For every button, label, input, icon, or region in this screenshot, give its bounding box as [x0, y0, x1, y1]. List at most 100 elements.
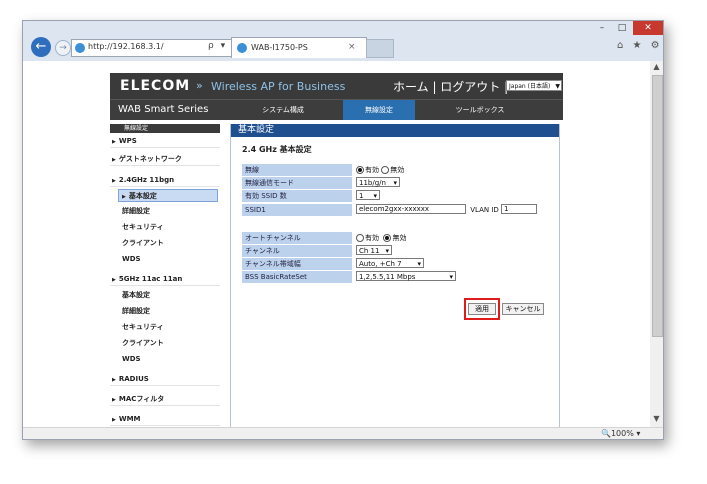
triangle-right-icon: ▶: [112, 178, 116, 184]
wireless-label: 無線: [242, 164, 352, 176]
sidebar-item-wmm[interactable]: ▶ WMM: [110, 413, 220, 426]
triangle-right-icon: ▶: [112, 157, 116, 163]
basic-rate-select[interactable]: 1,2,5.5,11 Mbps ▾: [356, 271, 456, 281]
series-label: WAB Smart Series: [118, 104, 209, 115]
header-separator: »: [196, 79, 203, 92]
browser-window: – □ ✕ ← → http://192.168.3.1/ ρ ▾ ¢ WAB-…: [22, 20, 664, 440]
row-bandwidth: チャンネル帯域幅 Auto, +Ch 7 ▾: [242, 258, 552, 271]
basic-rate-label: BSS BasicRateSet: [242, 271, 352, 283]
language-select[interactable]: Japan (日本語) ▼: [506, 80, 562, 91]
row-basic-rate: BSS BasicRateSet 1,2,5.5,11 Mbps ▾: [242, 271, 552, 284]
address-text: http://192.168.3.1/: [88, 42, 164, 51]
sidebar-item-24-advanced[interactable]: 詳細設定: [110, 205, 220, 218]
sidebar-item-24-basic[interactable]: ▶ 基本設定: [118, 189, 218, 202]
bandwidth-label: チャンネル帯域幅: [242, 258, 352, 270]
chevron-down-icon: ▾: [393, 179, 397, 187]
chevron-down-icon: ▾: [449, 273, 453, 281]
sidebar-item-radius[interactable]: ▶ RADIUS: [110, 373, 220, 386]
main-panel: 基本設定 2.4 GHz 基本設定 無線 有効 無効 無線通信モード 11b/g…: [230, 124, 560, 428]
ssid-count-label: 有効 SSID 数: [242, 190, 352, 202]
sidebar-item-24-wds[interactable]: WDS: [110, 253, 220, 266]
sidebar-item-5-security[interactable]: セキュリティ: [110, 321, 220, 334]
chevron-down-icon: ▼: [555, 83, 560, 90]
row-ssid-count: 有効 SSID 数 1 ▾: [242, 190, 552, 203]
sidebar: 無線設定 ▶ WPS ▶ ゲストネットワーク ▶ 2.4GHz 11bgn ▶ 基本設定…: [110, 124, 220, 427]
ssid1-input[interactable]: elecom2gxx-xxxxxx: [356, 204, 466, 214]
browser-tab[interactable]: WAB-I1750-PS ×: [231, 37, 367, 58]
wireless-on-radio[interactable]: [356, 166, 364, 174]
chevron-down-icon: ▾: [385, 247, 389, 255]
scroll-up-icon[interactable]: ▲: [650, 61, 663, 73]
sidebar-item-5-wds[interactable]: WDS: [110, 353, 220, 366]
header-links[interactable]: ホーム | ログアウト |: [393, 78, 508, 95]
sidebar-item-5-basic[interactable]: 基本設定: [110, 289, 220, 302]
auto-channel-label: オートチャンネル: [242, 232, 352, 244]
sidebar-item-wps[interactable]: ▶ WPS: [110, 135, 220, 148]
product-name: Wireless AP for Business: [211, 80, 346, 93]
row-mode: 無線通信モード 11b/g/n ▾: [242, 177, 552, 190]
sidebar-item-24-client[interactable]: クライアント: [110, 237, 220, 250]
row-channel: チャンネル Ch 11 ▾: [242, 245, 552, 258]
channel-select[interactable]: Ch 11 ▾: [356, 245, 392, 255]
minimize-button[interactable]: –: [593, 21, 611, 35]
cancel-button[interactable]: キャンセル: [502, 303, 544, 315]
channel-label: チャンネル: [242, 245, 352, 257]
bandwidth-select[interactable]: Auto, +Ch 7 ▾: [356, 258, 424, 268]
maximize-button[interactable]: □: [613, 21, 631, 35]
mode-select[interactable]: 11b/g/n ▾: [356, 177, 400, 187]
browser-titlebar: – □ ✕ ← → http://192.168.3.1/ ρ ▾ ¢ WAB-…: [23, 21, 663, 61]
zoom-level[interactable]: 🔍100% ▾: [601, 429, 640, 438]
triangle-right-icon: ▶: [112, 417, 116, 423]
address-bar[interactable]: http://192.168.3.1/ ρ ▾ ¢: [71, 39, 251, 57]
triangle-right-icon: ▶: [112, 377, 116, 383]
scroll-down-icon[interactable]: ▼: [650, 413, 663, 425]
triangle-right-icon: ▶: [112, 139, 116, 145]
auto-channel-off-radio[interactable]: [383, 234, 392, 242]
ssid1-label: SSID1: [242, 204, 352, 216]
tab-close-icon[interactable]: ×: [348, 42, 356, 52]
apply-button[interactable]: 適用: [468, 303, 496, 315]
section-title: 2.4 GHz 基本設定: [242, 145, 312, 154]
page-title: 基本設定: [231, 124, 559, 137]
back-arrow-icon[interactable]: ←: [31, 37, 51, 57]
mode-label: 無線通信モード: [242, 177, 352, 189]
home-star-gear-icons[interactable]: ⌂ ★ ⚙: [617, 40, 663, 51]
chevron-down-icon: ▾: [417, 260, 421, 268]
ie-icon: [75, 43, 85, 53]
vertical-scrollbar[interactable]: ▲ ▼: [650, 61, 663, 427]
sidebar-item-5-advanced[interactable]: 詳細設定: [110, 305, 220, 318]
sidebar-item-5ghz[interactable]: ▶ 5GHz 11ac 11an: [110, 273, 220, 286]
row-ssid1: SSID1 elecom2gxx-xxxxxx VLAN ID 1: [242, 204, 552, 217]
nav-tools[interactable]: ツールボックス: [440, 100, 520, 120]
sidebar-item-5-client[interactable]: クライアント: [110, 337, 220, 350]
row-wireless: 無線 有効 無効: [242, 164, 552, 177]
sidebar-item-24ghz[interactable]: ▶ 2.4GHz 11bgn: [110, 174, 220, 187]
sidebar-item-24-security[interactable]: セキュリティ: [110, 221, 220, 234]
page-viewport: ELECOM » Wireless AP for Business ホーム | …: [23, 61, 650, 428]
sidebar-header: 無線設定: [110, 124, 220, 133]
triangle-right-icon: ▶: [112, 397, 116, 403]
nav-wireless[interactable]: 無線設定: [343, 100, 415, 120]
ssid-count-select[interactable]: 1 ▾: [356, 190, 380, 200]
auto-channel-on-radio[interactable]: [356, 234, 364, 242]
new-tab-button[interactable]: [366, 39, 394, 58]
close-button[interactable]: ✕: [633, 21, 663, 35]
nav-system[interactable]: システム構成: [248, 100, 318, 120]
status-bar: 🔍100% ▾: [23, 427, 663, 439]
row-auto-channel: オートチャンネル 有効 無効: [242, 232, 552, 245]
sidebar-item-guest[interactable]: ▶ ゲストネットワーク: [110, 153, 220, 166]
site-header: ELECOM » Wireless AP for Business ホーム | …: [110, 73, 563, 99]
scroll-thumb[interactable]: [652, 75, 663, 337]
elecom-logo: ELECOM: [120, 78, 191, 94]
ie-tab-icon: [237, 43, 247, 53]
forward-arrow-icon[interactable]: →: [55, 40, 71, 56]
vlan-label: VLAN ID: [470, 206, 499, 214]
triangle-right-icon: ▶: [122, 194, 126, 200]
sidebar-item-mac-filter[interactable]: ▶ MACフィルタ: [110, 393, 220, 406]
triangle-right-icon: ▶: [112, 277, 116, 283]
tab-title: WAB-I1750-PS: [251, 43, 308, 52]
wireless-off-radio[interactable]: [381, 166, 390, 174]
site-nav: WAB Smart Series システム構成 無線設定 ツールボックス: [110, 99, 563, 120]
vlan-input[interactable]: 1: [501, 204, 538, 214]
chevron-down-icon: ▾: [373, 192, 377, 200]
